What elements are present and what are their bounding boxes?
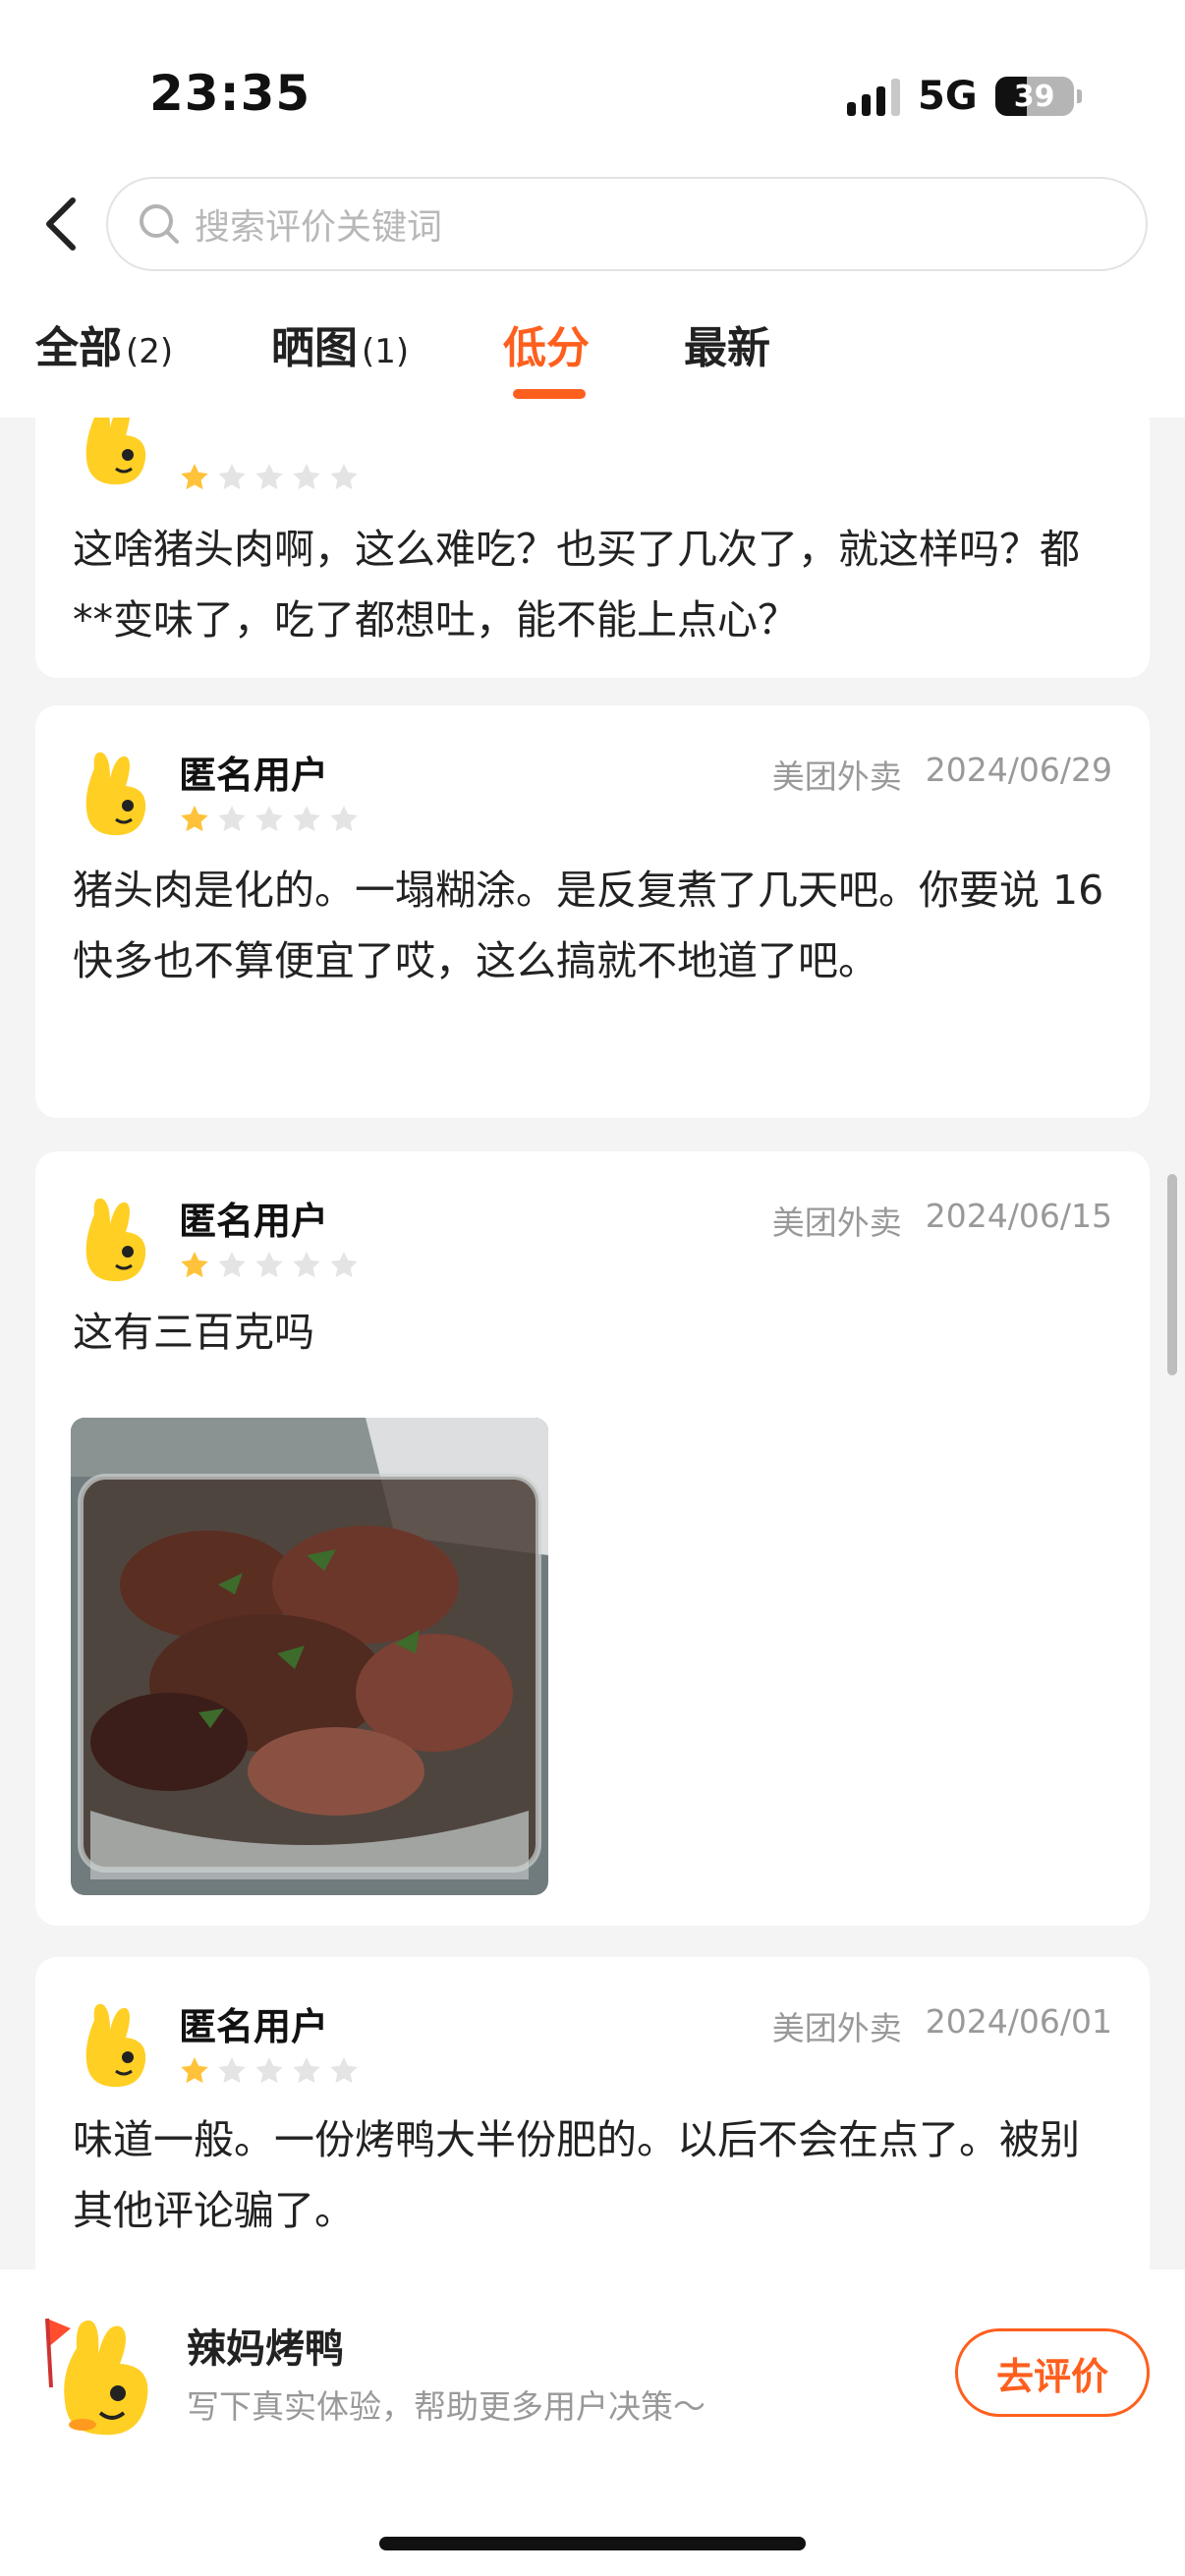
status-indicators: 5G 39 [847,71,1082,122]
rating-stars [179,2055,360,2087]
back-button[interactable] [31,187,90,261]
review-meta: 美团外卖 2024/06/15 [772,1197,1112,1244]
rating-stars [179,804,360,835]
tab-all[interactable]: 全部 (2) [35,312,173,391]
write-review-button[interactable]: 去评价 [955,2328,1150,2417]
review-card: 匿名用户 美团外卖 2024/06/01 味道一般。一份烤鸭大半份肥的。以后不会… [35,1957,1150,2269]
shop-name: 辣妈烤鸭 [187,2326,344,2372]
avatar [85,752,146,836]
home-indicator[interactable] [379,2537,806,2550]
tab-label: 晒图 [271,323,358,373]
review-date: 2024/06/01 [925,2002,1112,2041]
review-meta: 美团外卖 2024/06/29 [772,751,1112,798]
tab-count: (1) [362,332,410,371]
review-date: 2024/06/29 [925,751,1112,789]
star-empty-icon [330,1252,358,1278]
battery-icon: 39 [994,77,1082,116]
review-text: 这有三百克吗 [73,1309,314,1356]
review-source: 美团外卖 [771,2009,902,2047]
filter-tabs: 全部 (2) 晒图 (1) 低分 最新 [0,312,1185,411]
star-empty-icon [293,806,320,832]
star-filled-icon [181,2057,208,2084]
tab-label: 最新 [684,323,770,373]
review-date: 2024/06/15 [925,1197,1112,1235]
user-name: 匿名用户 [179,2005,329,2048]
review-meta: 美团外卖 2024/06/01 [772,2002,1112,2049]
avatar [85,418,146,485]
search-icon [140,204,179,244]
star-empty-icon [255,1252,283,1278]
star-empty-icon [218,806,246,832]
review-photo[interactable] [71,1418,548,1895]
scrollbar[interactable] [1167,1174,1177,1375]
status-time: 23:35 [149,65,311,122]
battery-level: 39 [1013,79,1055,114]
star-empty-icon [330,2057,358,2084]
star-empty-icon [330,806,358,832]
review-card: 这啥猪头肉啊，这么难吃？也买了几次了，就这样吗？都**变味了，吃了都想吐，能不能… [35,418,1150,678]
review-text: 味道一般。一份烤鸭大半份肥的。以后不会在点了。被别其他评论骗了。 [73,2116,1080,2234]
star-filled-icon [181,464,208,490]
active-tab-indicator [513,389,586,399]
user-name: 匿名用户 [179,1200,329,1243]
rating-stars [179,462,360,493]
star-empty-icon [255,2057,283,2084]
shop-subtitle: 写下真实体验，帮助更多用户决策～ [187,2387,705,2426]
shop-bar: 辣妈烤鸭 写下真实体验，帮助更多用户决策～ 去评价 [0,2269,1185,2576]
star-empty-icon [218,2057,246,2084]
shop-mascot-icon [45,2318,148,2436]
user-name: 匿名用户 [179,754,329,797]
star-empty-icon [255,464,283,490]
review-source: 美团外卖 [771,1204,902,1242]
tab-latest[interactable]: 最新 [684,312,770,391]
star-empty-icon [293,1252,320,1278]
review-list[interactable]: 这啥猪头肉啊，这么难吃？也买了几次了，就这样吗？都**变味了，吃了都想吐，能不能… [0,418,1185,2269]
review-card: 匿名用户 美团外卖 2024/06/29 猪头肉是化的。一塌糊涂。是反复煮了几天… [35,705,1150,1118]
star-empty-icon [218,1252,246,1278]
food-photo [71,1418,548,1895]
top-bar: 23:35 5G 39 搜索评价关键词 全部 (2) 晒图 (1) 低分 最新 [0,0,1185,418]
tab-photos[interactable]: 晒图 (1) [271,312,409,391]
star-empty-icon [218,464,246,490]
star-empty-icon [330,464,358,490]
star-filled-icon [181,1252,208,1278]
star-empty-icon [255,806,283,832]
star-empty-icon [293,2057,320,2084]
tab-low-score[interactable]: 低分 [503,312,590,391]
avatar [85,1198,146,1282]
rating-stars [179,1250,360,1281]
review-card: 匿名用户 美团外卖 2024/06/15 这有三百克吗 [35,1151,1150,1926]
search-input[interactable]: 搜索评价关键词 [106,177,1148,271]
review-source: 美团外卖 [771,757,902,796]
chevron-left-icon [46,197,76,251]
avatar [85,2003,146,2088]
star-empty-icon [293,464,320,490]
tab-label: 低分 [503,323,590,373]
review-text: 猪头肉是化的。一塌糊涂。是反复煮了几天吧。你要说 16 快多也不算便宜了哎，这么… [73,867,1104,984]
tab-label: 全部 [35,323,122,373]
search-placeholder: 搜索评价关键词 [195,207,443,248]
star-filled-icon [181,806,208,832]
network-type: 5G [918,74,978,119]
signal-icon [847,77,900,116]
tab-count: (2) [126,332,174,371]
review-text: 这啥猪头肉啊，这么难吃？也买了几次了，就这样吗？都**变味了，吃了都想吐，能不能… [73,526,1080,644]
